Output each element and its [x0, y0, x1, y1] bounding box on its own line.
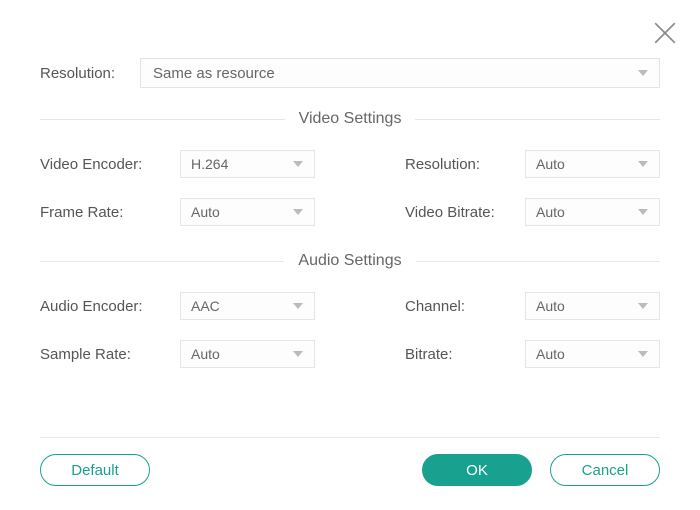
- frame-rate-value: Auto: [191, 204, 220, 220]
- chevron-down-icon: [637, 350, 649, 358]
- sample-rate-value: Auto: [191, 346, 220, 362]
- top-resolution-label: Resolution:: [40, 65, 140, 82]
- chevron-down-icon: [292, 350, 304, 358]
- close-button[interactable]: [652, 20, 678, 46]
- chevron-down-icon: [637, 160, 649, 168]
- footer-divider: [40, 437, 660, 438]
- audio-bitrate-label: Bitrate:: [405, 346, 525, 363]
- video-encoder-label: Video Encoder:: [40, 156, 180, 173]
- audio-bitrate-select[interactable]: Auto: [525, 340, 660, 368]
- audio-settings-title: Audio Settings: [284, 252, 415, 270]
- video-encoder-value: H.264: [191, 156, 228, 172]
- chevron-down-icon: [292, 302, 304, 310]
- ok-button[interactable]: OK: [422, 454, 532, 486]
- chevron-down-icon: [637, 302, 649, 310]
- video-settings-header: Video Settings: [40, 110, 660, 128]
- footer: Default OK Cancel: [40, 454, 660, 486]
- video-resolution-select[interactable]: Auto: [525, 150, 660, 178]
- chevron-down-icon: [292, 160, 304, 168]
- video-settings-grid: Video Encoder: H.264 Resolution: Auto Fr…: [40, 150, 660, 226]
- sample-rate-select[interactable]: Auto: [180, 340, 315, 368]
- channel-value: Auto: [536, 298, 565, 314]
- video-resolution-value: Auto: [536, 156, 565, 172]
- video-encoder-select[interactable]: H.264: [180, 150, 315, 178]
- frame-rate-label: Frame Rate:: [40, 204, 180, 221]
- frame-rate-select[interactable]: Auto: [180, 198, 315, 226]
- top-resolution-select[interactable]: Same as resource: [140, 58, 660, 88]
- video-bitrate-select[interactable]: Auto: [525, 198, 660, 226]
- cancel-button[interactable]: Cancel: [550, 454, 660, 486]
- top-resolution-value: Same as resource: [153, 65, 275, 82]
- video-bitrate-label: Video Bitrate:: [405, 204, 525, 221]
- audio-encoder-label: Audio Encoder:: [40, 298, 180, 315]
- audio-encoder-value: AAC: [191, 298, 220, 314]
- chevron-down-icon: [292, 208, 304, 216]
- audio-settings-header: Audio Settings: [40, 252, 660, 270]
- close-icon: [652, 20, 678, 46]
- video-settings-title: Video Settings: [285, 110, 416, 128]
- video-bitrate-value: Auto: [536, 204, 565, 220]
- channel-select[interactable]: Auto: [525, 292, 660, 320]
- chevron-down-icon: [637, 69, 649, 77]
- video-resolution-label: Resolution:: [405, 156, 525, 173]
- sample-rate-label: Sample Rate:: [40, 346, 180, 363]
- audio-encoder-select[interactable]: AAC: [180, 292, 315, 320]
- channel-label: Channel:: [405, 298, 525, 315]
- default-button[interactable]: Default: [40, 454, 150, 486]
- audio-settings-grid: Audio Encoder: AAC Channel: Auto Sample …: [40, 292, 660, 368]
- chevron-down-icon: [637, 208, 649, 216]
- audio-bitrate-value: Auto: [536, 346, 565, 362]
